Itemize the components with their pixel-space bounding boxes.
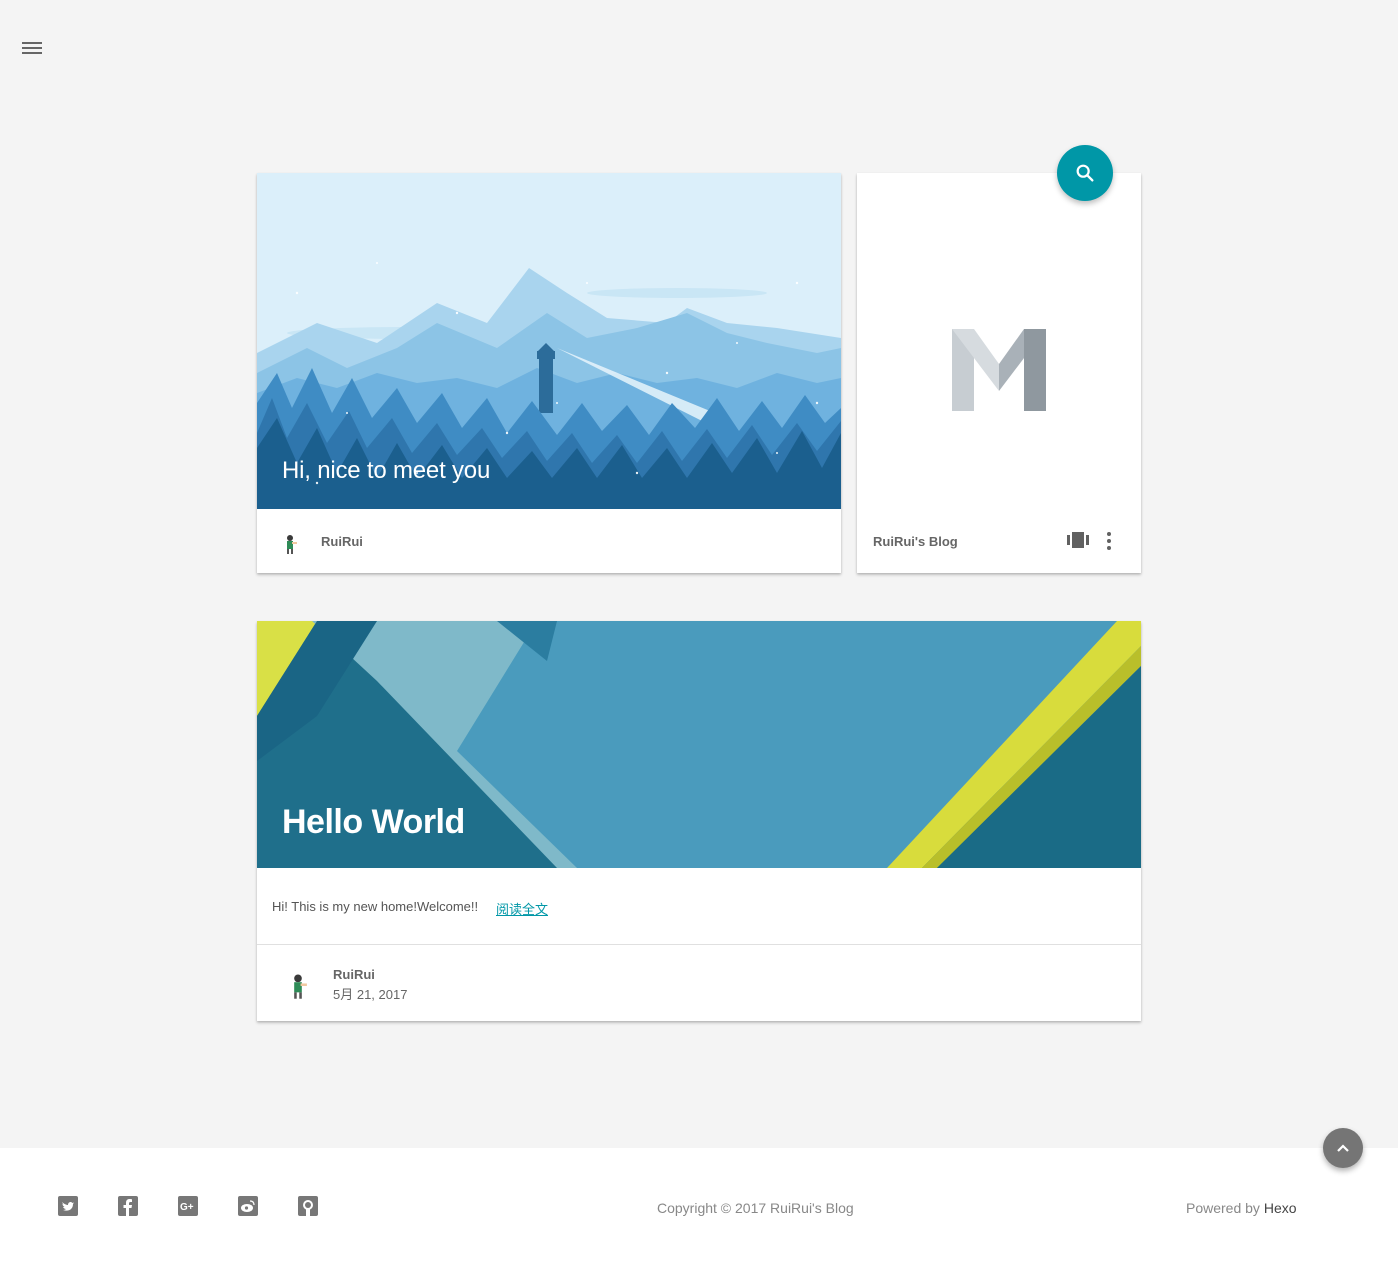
facebook-icon[interactable] [118, 1196, 138, 1216]
post-card-image: Hello World [257, 621, 1141, 868]
copyright-text: Copyright © 2017 RuiRui's Blog [657, 1200, 854, 1216]
avatar[interactable] [284, 972, 312, 1000]
post-card[interactable]: Hello World Hi! This is my new home!Welc… [257, 621, 1141, 1021]
welcome-card: Hi, nice to meet you RuiRui [257, 173, 841, 573]
divider [257, 944, 1141, 945]
powered-by: Powered by Hexo [1186, 1200, 1297, 1216]
more-vert-icon[interactable] [1101, 531, 1117, 551]
welcome-card-title: Hi, nice to meet you [282, 457, 491, 484]
search-button[interactable] [1057, 145, 1113, 201]
hexo-link[interactable]: Hexo [1264, 1200, 1297, 1216]
svg-text:G+: G+ [180, 1202, 194, 1213]
chevron-up-icon [1337, 1144, 1349, 1152]
search-icon [1076, 164, 1094, 182]
post-author: RuiRui [333, 967, 375, 982]
menu-button[interactable] [14, 32, 50, 64]
welcome-card-footer: RuiRui [257, 509, 841, 573]
github-icon[interactable] [298, 1196, 318, 1216]
google-plus-icon[interactable]: G+ [178, 1196, 198, 1216]
post-date: 5月 21, 2017 [333, 987, 408, 1002]
view-carousel-icon[interactable] [1067, 532, 1089, 548]
weibo-icon[interactable] [238, 1196, 258, 1216]
author-name: RuiRui [321, 534, 363, 549]
post-title[interactable]: Hello World [282, 803, 465, 842]
avatar[interactable] [279, 533, 301, 555]
m-logo [952, 329, 1046, 411]
read-more-link[interactable]: 阅读全文 [496, 899, 548, 918]
menu-icon [22, 42, 42, 44]
post-excerpt: Hi! This is my new home!Welcome!! [272, 899, 479, 914]
blog-title: RuiRui's Blog [873, 534, 958, 549]
blog-info-card: RuiRui's Blog [857, 173, 1141, 573]
welcome-card-image: Hi, nice to meet you [257, 173, 841, 509]
back-to-top-button[interactable] [1323, 1128, 1363, 1168]
twitter-icon[interactable] [58, 1196, 78, 1216]
